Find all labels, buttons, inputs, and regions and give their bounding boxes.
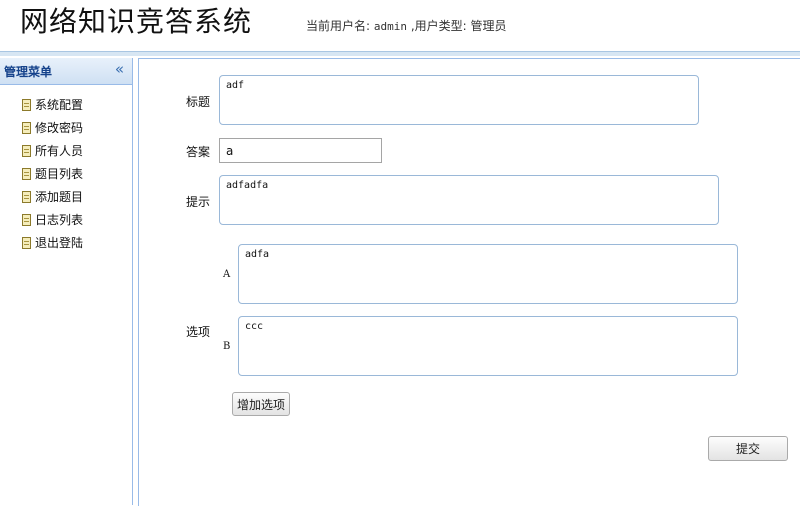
title-field[interactable]: adf — [219, 75, 699, 125]
role-label: ,用户类型: — [410, 19, 467, 33]
sidebar: 管理菜单 « 系统配置 修改密码 所有人员 题目列表 添加题目 日志列表 退出登… — [0, 58, 133, 505]
main-panel: 标题 adf 答案 提示 adfadfa 选项 A adfa B ccc 增加选… — [138, 58, 800, 506]
document-icon — [22, 121, 31, 134]
username: admin — [373, 20, 407, 33]
header: 网络知识竞答系统 当前用户名: admin ,用户类型: 管理员 — [0, 0, 800, 50]
hint-field[interactable]: adfadfa — [219, 175, 719, 225]
sidebar-item-label: 系统配置 — [35, 98, 84, 112]
user-role: 管理员 — [470, 19, 507, 33]
option-a-letter: A — [223, 269, 231, 280]
user-label: 当前用户名: — [306, 19, 371, 33]
document-icon — [22, 213, 31, 226]
submit-button[interactable]: 提交 — [708, 436, 788, 461]
option-b-letter: B — [223, 341, 231, 352]
title-label: 标题 — [186, 95, 211, 109]
answer-input[interactable] — [219, 138, 382, 163]
sidebar-item-system-config[interactable]: 系统配置 — [22, 93, 132, 116]
sidebar-item-all-users[interactable]: 所有人员 — [22, 139, 132, 162]
sidebar-item-logout[interactable]: 退出登陆 — [22, 231, 132, 254]
document-icon — [22, 236, 31, 249]
options-label: 选项 — [186, 325, 211, 339]
sidebar-item-add-question[interactable]: 添加题目 — [22, 185, 132, 208]
sidebar-item-label: 日志列表 — [35, 213, 84, 227]
sidebar-item-label: 修改密码 — [35, 121, 84, 135]
document-icon — [22, 144, 31, 157]
sidebar-menu: 系统配置 修改密码 所有人员 题目列表 添加题目 日志列表 退出登陆 — [0, 85, 132, 254]
sidebar-item-label: 所有人员 — [35, 144, 84, 158]
collapse-icon[interactable]: « — [115, 60, 124, 78]
app-title: 网络知识竞答系统 — [20, 5, 253, 38]
answer-label: 答案 — [186, 145, 211, 159]
document-icon — [22, 167, 31, 180]
sidebar-item-log-list[interactable]: 日志列表 — [22, 208, 132, 231]
add-option-button[interactable]: 增加选项 — [232, 392, 290, 416]
document-icon — [22, 190, 31, 203]
header-divider — [0, 51, 800, 56]
sidebar-header: 管理菜单 « — [0, 58, 132, 85]
sidebar-item-label: 退出登陆 — [35, 236, 84, 250]
hint-label: 提示 — [186, 195, 211, 209]
document-icon — [22, 98, 31, 111]
sidebar-item-label: 题目列表 — [35, 167, 84, 181]
option-b-field[interactable]: ccc — [238, 316, 738, 376]
user-info: 当前用户名: admin ,用户类型: 管理员 — [306, 17, 507, 34]
option-a-field[interactable]: adfa — [238, 244, 738, 304]
sidebar-title: 管理菜单 — [4, 65, 53, 79]
sidebar-item-question-list[interactable]: 题目列表 — [22, 162, 132, 185]
sidebar-item-label: 添加题目 — [35, 190, 84, 204]
sidebar-item-change-password[interactable]: 修改密码 — [22, 116, 132, 139]
